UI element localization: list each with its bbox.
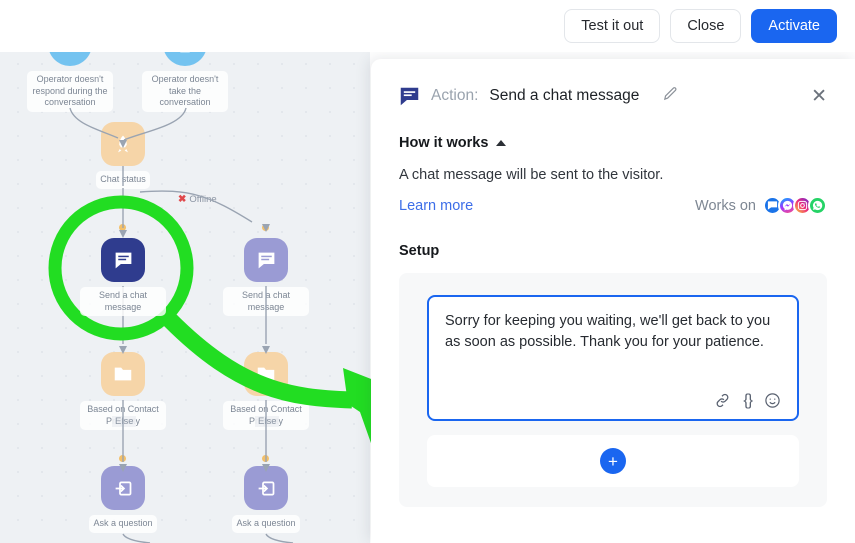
top-toolbar: Test it out Close Activate <box>0 0 855 52</box>
rocket-icon <box>101 122 145 166</box>
how-it-works-description: A chat message will be sent to the visit… <box>371 167 855 183</box>
node-label: Operator doesn't respond during the conv… <box>27 71 113 112</box>
branch-label-else-left: Else <box>112 416 136 427</box>
node-label: Send a chat message <box>223 287 309 316</box>
node-label: Ask a question <box>232 515 299 533</box>
branch-label-offline: ✖ Offline <box>175 194 220 205</box>
activate-button[interactable]: Activate <box>751 9 837 43</box>
action-detail-panel: Action: Send a chat message ✕ How it wor… <box>371 59 855 543</box>
whatsapp-icon <box>808 196 827 215</box>
branch-text: Else <box>115 416 133 427</box>
branch-text: Else <box>258 416 276 427</box>
works-on-group: Works on <box>695 196 827 215</box>
folder-icon <box>101 352 145 396</box>
message-editor[interactable]: Sorry for keeping you waiting, we'll get… <box>427 295 799 421</box>
test-it-out-button[interactable]: Test it out <box>564 9 660 43</box>
connector-dot <box>262 455 269 462</box>
node-send-message-offline[interactable]: Send a chat message <box>223 238 309 316</box>
node-ask-question-right[interactable]: Ask a question <box>223 466 309 533</box>
chevron-up-icon <box>496 140 506 146</box>
node-label: Ask a question <box>89 515 156 533</box>
message-toolbar: {} <box>445 384 781 409</box>
chat-message-icon <box>244 238 288 282</box>
learn-more-row: Learn more Works on <box>371 196 855 215</box>
connector-dot <box>119 224 126 231</box>
setup-heading: Setup <box>371 243 855 259</box>
branch-label-else-right: Else <box>255 416 279 427</box>
add-action-card: + <box>427 435 799 487</box>
learn-more-link[interactable]: Learn more <box>399 198 473 214</box>
how-it-works-heading: How it works <box>399 135 488 151</box>
how-it-works-toggle[interactable]: How it works <box>371 135 855 151</box>
pencil-icon[interactable] <box>662 85 679 107</box>
variable-braces-icon[interactable]: {} <box>743 392 752 409</box>
node-ask-question-left[interactable]: Ask a question <box>80 466 166 533</box>
setup-section: Sorry for keeping you waiting, we'll get… <box>399 273 827 507</box>
panel-header: Action: Send a chat message ✕ <box>371 59 855 107</box>
node-label: Operator doesn't take the conversation <box>142 71 228 112</box>
message-input[interactable]: Sorry for keeping you waiting, we'll get… <box>445 311 781 353</box>
branch-text: Offline <box>189 194 216 205</box>
connector-dot <box>119 455 126 462</box>
close-icon[interactable]: ✕ <box>811 87 827 106</box>
chat-message-icon <box>399 86 420 107</box>
chat-message-icon <box>101 238 145 282</box>
add-button[interactable]: + <box>600 448 626 474</box>
close-button[interactable]: Close <box>670 9 741 43</box>
action-kind-label: Action: <box>431 87 478 105</box>
ask-question-icon <box>101 466 145 510</box>
node-label: Chat status <box>96 171 150 189</box>
flow-editor-screen: Operator doesn't respond during the conv… <box>0 0 855 543</box>
emoji-icon[interactable] <box>764 392 781 409</box>
node-chat-status[interactable]: Chat status <box>80 122 166 189</box>
platform-chips <box>763 196 827 215</box>
ask-question-icon <box>244 466 288 510</box>
folder-icon <box>244 352 288 396</box>
node-label: Send a chat message <box>80 287 166 316</box>
connector-dot <box>262 224 269 231</box>
node-send-message-active[interactable]: Send a chat message <box>80 238 166 316</box>
action-title: Send a chat message <box>489 87 639 105</box>
works-on-label: Works on <box>695 198 756 214</box>
x-mark-icon: ✖ <box>178 194 186 205</box>
link-icon[interactable] <box>714 392 731 409</box>
